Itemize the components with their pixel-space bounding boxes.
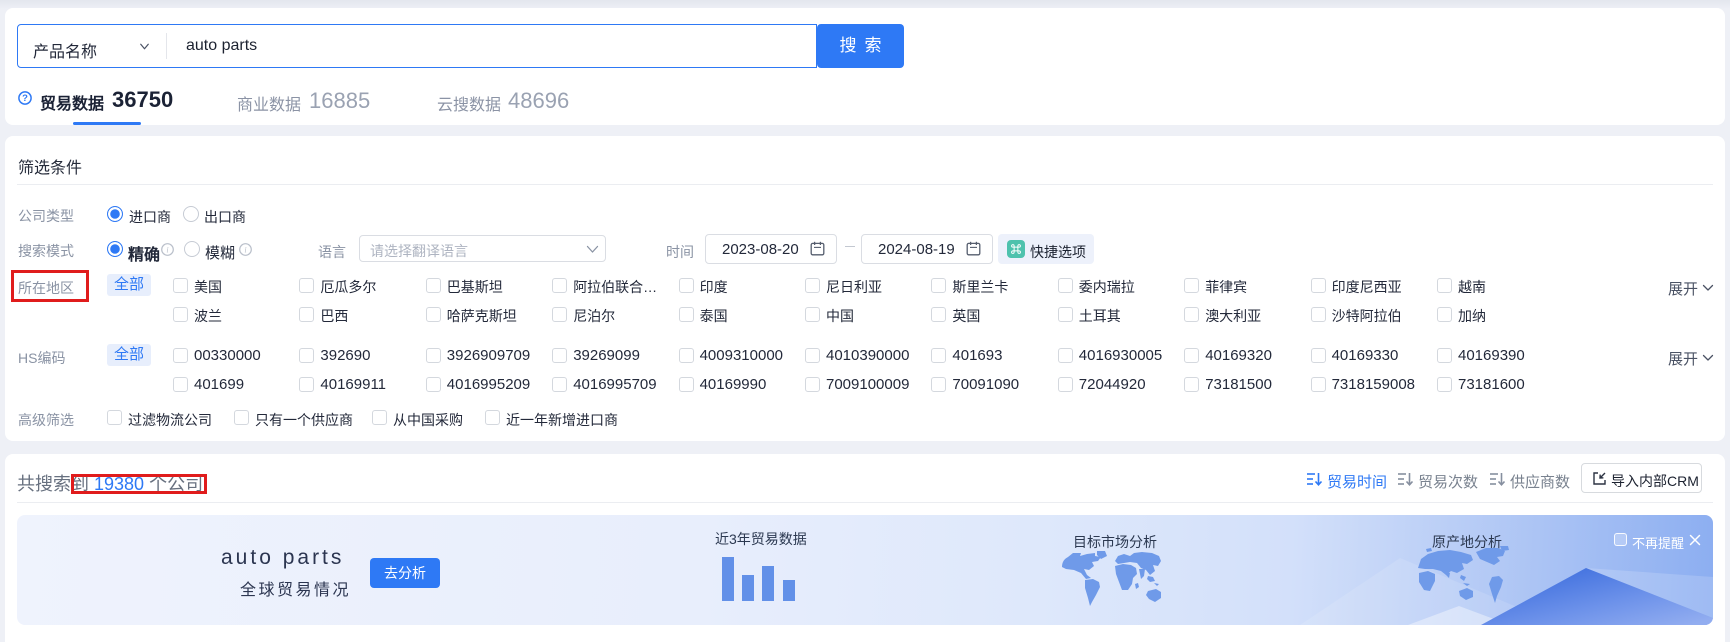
svg-text:i: i [166, 245, 168, 254]
svg-text:?: ? [22, 93, 28, 104]
svg-text:i: i [244, 245, 246, 254]
